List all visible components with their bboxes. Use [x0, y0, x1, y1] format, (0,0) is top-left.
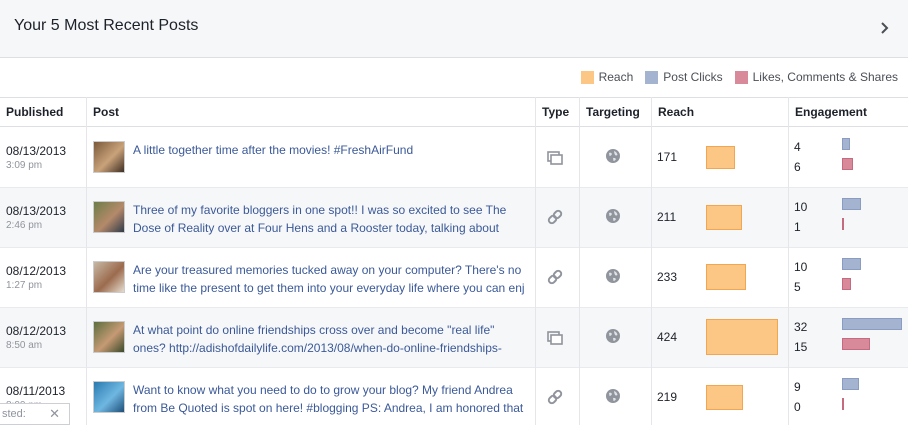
post-thumbnail[interactable] [93, 261, 125, 293]
table-row[interactable]: 08/13/2013 3:09 pm A little together time … [0, 128, 908, 188]
col-engagement[interactable]: Engagement [789, 98, 867, 126]
post-clicks-bar [842, 198, 861, 210]
post-clicks-value: 4 [794, 140, 801, 154]
table-row[interactable]: 08/12/2013 1:27 pm Are your treasured memo… [0, 248, 908, 308]
engagement-likes-value: 15 [794, 340, 808, 354]
published-time: 1:27 pm [6, 280, 43, 291]
engagement-likes-value: 6 [794, 160, 801, 174]
globe-icon [606, 209, 620, 223]
photo-album-icon [547, 331, 563, 345]
reach-bar [706, 319, 778, 355]
post-thumbnail[interactable] [93, 321, 125, 353]
reach-bar [706, 205, 742, 230]
engagement-likes-value: 5 [794, 280, 801, 294]
published-time: 3:09 pm [6, 160, 43, 171]
post-clicks-value: 10 [794, 260, 808, 274]
globe-icon [606, 269, 620, 283]
engagement-likes-value: 1 [794, 220, 801, 234]
legend-label-likes: Likes, Comments & Shares [752, 70, 898, 84]
reach-value: 233 [657, 270, 678, 284]
likes-comments-shares-bar [842, 158, 853, 170]
col-published[interactable]: Published [0, 98, 63, 126]
published-time: 8:50 am [6, 340, 43, 351]
column-divider [535, 97, 536, 425]
link-icon [547, 209, 563, 225]
reach-value: 211 [657, 210, 677, 224]
col-targeting[interactable]: Targeting [580, 98, 640, 126]
table-header: Published Post Type Targeting Reach Enga… [0, 97, 908, 127]
post-clicks-bar [842, 318, 902, 330]
published-date: 08/13/2013 [6, 144, 67, 158]
legend-label-reach: Reach [598, 70, 634, 84]
column-divider [86, 97, 87, 425]
post-thumbnail[interactable] [93, 141, 125, 173]
link-icon [547, 389, 563, 405]
published-date: 08/12/2013 [6, 324, 67, 338]
chart-legend: Reach Post Clicks Likes, Comments & Shar… [569, 69, 898, 85]
post-thumbnail[interactable] [93, 201, 125, 233]
legend-swatch-post-clicks [645, 70, 659, 84]
legend-item-reach: Reach [580, 70, 634, 84]
post-clicks-bar [842, 138, 850, 150]
col-reach[interactable]: Reach [652, 98, 694, 126]
post-clicks-value: 9 [794, 380, 801, 394]
reach-bar [706, 385, 743, 410]
reach-bar [706, 264, 746, 290]
link-icon [547, 269, 563, 285]
published-date: 08/11/2013 [6, 384, 66, 398]
reach-value: 424 [657, 330, 678, 344]
table-row[interactable]: 08/12/2013 8:50 am At what point do online… [0, 308, 908, 368]
post-thumbnail[interactable] [93, 381, 125, 413]
toast-text: sted: [2, 408, 26, 420]
post-text-link[interactable]: Are your treasured memories tucked away … [133, 261, 525, 297]
reach-bar [706, 146, 735, 169]
likes-comments-shares-bar [842, 218, 844, 230]
reach-value: 219 [657, 390, 678, 404]
legend-item-likes: Likes, Comments & Shares [734, 70, 898, 84]
post-text-link[interactable]: A little together time after the movies!… [133, 141, 525, 177]
close-icon[interactable]: ✕ [49, 404, 60, 424]
column-divider [651, 97, 652, 425]
post-clicks-value: 32 [794, 320, 808, 334]
post-text-link[interactable]: Three of my favorite bloggers in one spo… [133, 201, 525, 237]
post-text-link[interactable]: Want to know what you need to do to grow… [133, 381, 525, 417]
post-text-link[interactable]: At what point do online friendships cros… [133, 321, 525, 357]
status-toast: sted: ✕ [0, 403, 70, 425]
column-divider [579, 97, 580, 425]
legend-swatch-likes [734, 70, 748, 84]
chevron-right-icon[interactable] [876, 17, 894, 39]
globe-icon [606, 329, 620, 343]
globe-icon [606, 389, 620, 403]
panel-header: Your 5 Most Recent Posts [0, 0, 908, 58]
published-date: 08/13/2013 [6, 204, 67, 218]
legend-label-post-clicks: Post Clicks [663, 70, 723, 84]
column-divider [788, 97, 789, 425]
reach-value: 171 [657, 150, 678, 164]
photo-album-icon [547, 151, 563, 165]
post-clicks-bar [842, 378, 859, 390]
col-type[interactable]: Type [536, 98, 569, 126]
likes-comments-shares-bar [842, 278, 851, 290]
globe-icon [606, 149, 620, 163]
table-row[interactable]: 08/13/2013 2:46 pm Three of my favorite bl… [0, 188, 908, 248]
legend-item-post-clicks: Post Clicks [645, 70, 723, 84]
published-date: 08/12/2013 [6, 264, 67, 278]
engagement-likes-value: 0 [794, 400, 801, 414]
legend-swatch-reach [580, 70, 594, 84]
post-clicks-bar [842, 258, 861, 270]
panel-title: Your 5 Most Recent Posts [14, 17, 199, 34]
post-clicks-value: 10 [794, 200, 808, 214]
likes-comments-shares-bar [842, 398, 844, 410]
col-post[interactable]: Post [87, 98, 119, 126]
published-time: 2:46 pm [6, 220, 43, 231]
table-row[interactable]: 08/11/20138:00 pmWant to know what you n… [0, 368, 908, 425]
likes-comments-shares-bar [842, 338, 870, 350]
